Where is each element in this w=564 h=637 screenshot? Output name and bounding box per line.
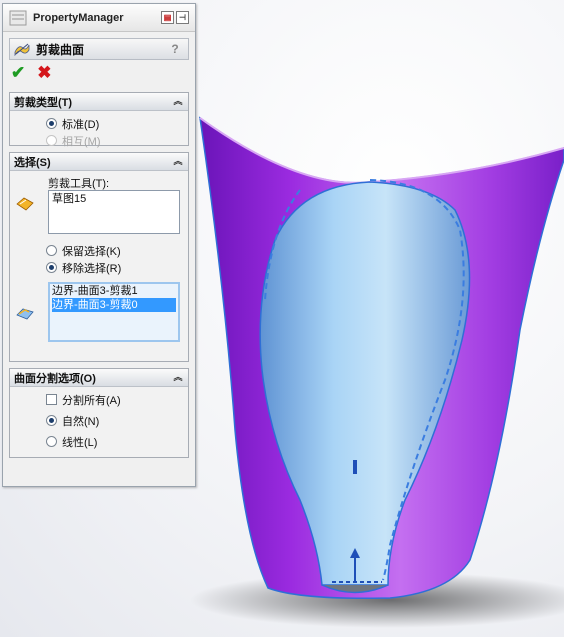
pieces-icon — [16, 308, 34, 320]
surface-split-header[interactable]: 曲面分割选项(O) ︽ — [10, 369, 188, 387]
keep-label: 保留选择(K) — [62, 245, 121, 258]
trim-type-group: 剪裁类型(T) ︽ 标准(D) 相互(M) — [9, 92, 189, 149]
radio-remove[interactable] — [46, 262, 57, 273]
selections-group: 选择(S) ︽ 剪裁工具(T): 草图15 保留选择(K) 移除选择(R) 边界… — [9, 152, 189, 362]
remove-label: 移除选择(R) — [62, 262, 122, 275]
radio-standard[interactable] — [46, 118, 57, 129]
pin-icon[interactable]: ⊣ — [176, 11, 189, 24]
trim-tool-list[interactable]: 草图15 — [48, 190, 180, 234]
feature-header: 剪裁曲面 ? — [9, 38, 189, 60]
panel-title: PropertyManager — [33, 11, 124, 24]
split-all-checkbox[interactable] — [46, 394, 57, 405]
selections-header[interactable]: 选择(S) ︽ — [10, 153, 188, 171]
trim-surface-icon — [14, 43, 30, 56]
pieces-list[interactable]: 边界-曲面3-剪裁1 边界-曲面3-剪裁0 — [48, 282, 180, 342]
collapse-icon[interactable]: ︽ — [172, 155, 184, 167]
trim-type-title: 剪裁类型(T) — [14, 96, 73, 109]
cancel-button[interactable]: ✖ — [37, 64, 51, 81]
ok-cancel-row: ✔ ✖ — [3, 60, 195, 86]
standard-label: 标准(D) — [62, 118, 100, 131]
radio-keep[interactable] — [46, 245, 57, 256]
radio-linear[interactable] — [46, 436, 57, 447]
radio-mutual — [46, 135, 57, 146]
mutual-label: 相互(M) — [62, 135, 101, 148]
split-all-label: 分割所有(A) — [62, 394, 121, 407]
property-manager-icon — [9, 10, 27, 26]
trim-type-header[interactable]: 剪裁类型(T) ︽ — [10, 93, 188, 111]
surface-split-title: 曲面分割选项(O) — [14, 372, 96, 385]
standard-option[interactable]: 标准(D) — [16, 115, 182, 132]
natural-label: 自然(N) — [62, 415, 100, 428]
title-buttons: ▤ ⊣ — [161, 11, 189, 24]
split-all-option[interactable]: 分割所有(A) — [16, 391, 182, 408]
natural-option[interactable]: 自然(N) — [16, 412, 182, 429]
ok-button[interactable]: ✔ — [11, 64, 25, 81]
feature-title: 剪裁曲面 — [36, 42, 85, 57]
split-icon[interactable]: ▤ — [161, 11, 174, 24]
list-item[interactable]: 边界-曲面3-剪裁1 — [52, 284, 176, 298]
linear-option[interactable]: 线性(L) — [16, 433, 182, 450]
property-manager-titlebar: PropertyManager ▤ ⊣ — [3, 4, 195, 32]
surface-split-group: 曲面分割选项(O) ︽ 分割所有(A) 自然(N) 线性(L) — [9, 368, 189, 458]
collapse-icon[interactable]: ︽ — [172, 371, 184, 383]
help-icon[interactable]: ? — [168, 42, 182, 56]
remove-selections-option[interactable]: 移除选择(R) — [16, 259, 182, 276]
keep-selections-option[interactable]: 保留选择(K) — [16, 242, 182, 259]
trim-tool-icon — [16, 197, 34, 211]
selections-title: 选择(S) — [14, 156, 51, 169]
list-item-selected[interactable]: 边界-曲面3-剪裁0 — [52, 298, 176, 312]
blue-marker — [353, 460, 357, 474]
mutual-option: 相互(M) — [16, 132, 182, 149]
radio-natural[interactable] — [46, 415, 57, 426]
collapse-icon[interactable]: ︽ — [172, 95, 184, 107]
trim-tool-label: 剪裁工具(T): — [48, 178, 110, 190]
property-manager-panel: PropertyManager ▤ ⊣ 剪裁曲面 ? ✔ ✖ 剪裁类型(T) ︽… — [2, 3, 196, 487]
linear-label: 线性(L) — [62, 436, 98, 449]
list-item[interactable]: 草图15 — [52, 192, 176, 206]
